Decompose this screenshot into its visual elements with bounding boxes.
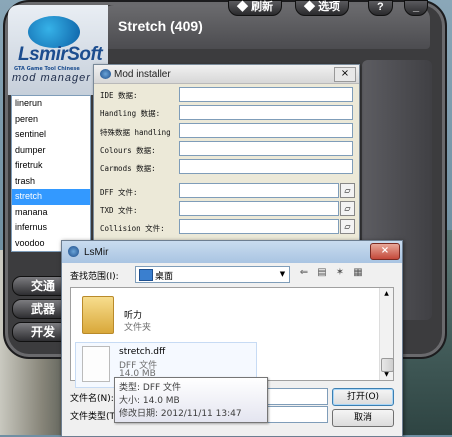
back-icon[interactable]: ⇐ — [298, 267, 310, 279]
list-item[interactable]: manana — [12, 205, 90, 221]
cancel-button[interactable]: 取消 — [332, 409, 394, 427]
refresh-icon: ◆ — [237, 1, 248, 13]
close-button[interactable]: × — [334, 67, 356, 82]
page-title: Stretch (409) — [118, 18, 203, 34]
up-folder-icon[interactable]: ▤ — [316, 267, 328, 279]
handling-data-label: Handling 数据: — [100, 109, 161, 118]
mod-installer-window: Mod installer × IDE 数据: Handling 数据: 特殊数… — [93, 64, 360, 256]
folder-icon — [82, 296, 114, 334]
scroll-down-icon[interactable]: ▼ — [380, 369, 393, 380]
folder-open-icon[interactable]: ▱ — [340, 219, 355, 234]
minimize-tab[interactable]: _ — [404, 0, 429, 16]
ide-data-field[interactable] — [179, 87, 353, 102]
help-tab[interactable]: ? — [368, 0, 393, 16]
file-tooltip: 类型: DFF 文件 大小: 14.0 MB 修改日期: 2012/11/11 … — [114, 377, 268, 423]
options-tab[interactable]: ◆ 选项 — [295, 0, 350, 16]
colours-data-label: Colours 数据: — [100, 146, 156, 155]
tooltip-size: 大小: 14.0 MB — [119, 396, 180, 406]
view-menu-icon[interactable]: ▦ — [352, 267, 364, 279]
tooltip-modified: 修改日期: 2012/11/11 13:47 — [119, 409, 242, 419]
logo-brand: LsmirSoft — [18, 44, 103, 65]
carmods-data-field[interactable] — [179, 159, 353, 174]
list-item[interactable]: sentinel — [12, 127, 90, 143]
chevron-down-icon[interactable]: ▼ — [277, 267, 288, 282]
app-icon — [100, 69, 111, 79]
dff-file-field[interactable] — [179, 183, 339, 198]
list-item[interactable]: linerun — [12, 96, 90, 112]
special-handling-label: 特殊数据 handling — [100, 128, 171, 137]
app-icon — [68, 246, 79, 257]
txd-file-label: TXD 文件: — [100, 206, 138, 215]
list-item[interactable]: 听力 文件夹 — [76, 292, 276, 336]
vehicle-list[interactable]: linerun peren sentinel dumper firetruk t… — [11, 95, 91, 252]
collision-file-label: Collision 文件: — [100, 224, 165, 233]
open-button[interactable]: 打开(O) — [332, 388, 394, 406]
handling-data-field[interactable] — [179, 105, 353, 120]
look-in-value: 桌面 — [155, 272, 174, 282]
file-icon — [82, 346, 110, 382]
list-item-selected[interactable]: stretch — [12, 189, 90, 205]
dialog-title: LsMir — [84, 247, 109, 258]
new-folder-icon[interactable]: ✶ — [334, 267, 346, 279]
carmods-data-label: Carmods 数据: — [100, 164, 156, 173]
filename-label: 文件名(N): — [70, 394, 114, 404]
special-handling-field[interactable] — [179, 123, 353, 138]
look-in-label: 查找范围(I): — [70, 272, 119, 282]
colours-data-field[interactable] — [179, 141, 353, 156]
list-item[interactable]: dumper — [12, 143, 90, 159]
folder-type: 文件夹 — [124, 323, 152, 333]
folder-open-icon[interactable]: ▱ — [340, 183, 355, 198]
folder-open-icon[interactable]: ▱ — [340, 201, 355, 216]
collision-file-field[interactable] — [179, 219, 339, 234]
file-name: stretch.dff — [119, 347, 166, 357]
dff-file-label: DFF 文件: — [100, 188, 138, 197]
list-item[interactable]: infernus — [12, 220, 90, 236]
refresh-tab[interactable]: ◆ 刷新 — [228, 0, 283, 16]
tooltip-type: 类型: DFF 文件 — [119, 383, 182, 393]
file-list[interactable]: 听力 文件夹 stretch.dff DFF 文件 14.0 MB ▲ ▼ — [70, 287, 394, 388]
scroll-up-icon[interactable]: ▲ — [380, 288, 393, 299]
scrollbar[interactable]: ▲ ▼ — [379, 288, 394, 380]
list-item[interactable]: trash — [12, 174, 90, 190]
dialog-titlebar[interactable] — [62, 241, 402, 263]
list-item[interactable]: peren — [12, 112, 90, 128]
desktop-icon — [139, 269, 153, 281]
list-item[interactable]: firetruk — [12, 158, 90, 174]
options-icon: ◆ — [304, 1, 315, 13]
close-button[interactable]: × — [370, 243, 400, 260]
look-in-select[interactable]: 桌面 ▼ — [135, 266, 290, 283]
mod-installer-title: Mod installer — [114, 69, 171, 80]
ide-data-label: IDE 数据: — [100, 91, 138, 100]
txd-file-field[interactable] — [179, 201, 339, 216]
logo-product: mod manager — [12, 72, 91, 84]
